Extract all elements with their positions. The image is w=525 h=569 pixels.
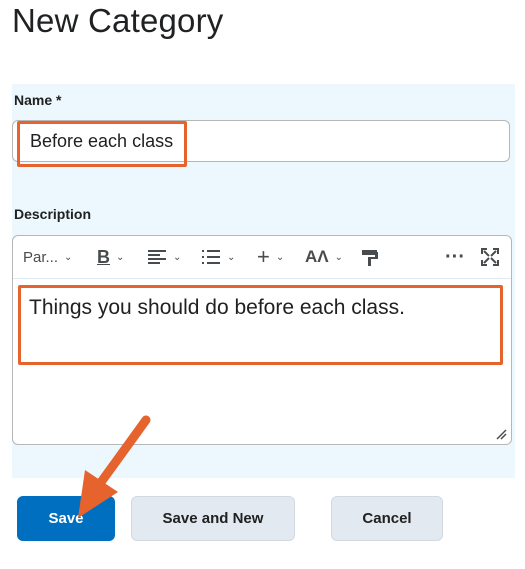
fullscreen-icon: [481, 248, 499, 266]
description-label: Description: [14, 206, 92, 222]
format-painter-button[interactable]: [361, 245, 379, 269]
more-icon: ···: [445, 245, 465, 268]
resize-handle-icon[interactable]: [495, 428, 507, 440]
chevron-down-icon: ⌄: [64, 251, 73, 263]
chevron-down-icon: ⌄: [334, 251, 344, 263]
insert-dropdown[interactable]: + ⌄: [257, 244, 285, 269]
name-highlight-box: [17, 121, 187, 167]
paragraph-format-label: Par...: [23, 248, 59, 266]
list-dropdown[interactable]: ⌄: [201, 245, 235, 269]
save-and-new-button[interactable]: Save and New: [131, 496, 295, 541]
paragraph-format-dropdown[interactable]: Par... ⌄: [23, 245, 72, 269]
chevron-down-icon: ⌄: [275, 251, 285, 263]
description-highlight-box: [18, 285, 503, 365]
chevron-down-icon: ⌄: [116, 251, 125, 263]
plus-icon: +: [257, 244, 270, 269]
fullscreen-button[interactable]: [481, 245, 499, 269]
more-button[interactable]: ···: [445, 245, 465, 269]
bold-icon: B: [97, 246, 110, 267]
editor-toolbar: Par... ⌄ B ⌄ ⌄ ⌄ + ⌄ AΛ ⌄ ···: [13, 236, 511, 279]
align-dropdown[interactable]: ⌄: [147, 245, 181, 269]
format-painter-icon: [362, 250, 378, 266]
save-button[interactable]: Save: [17, 496, 115, 541]
page-title: New Category: [12, 2, 224, 39]
font-size-icon: AΛ: [305, 247, 329, 266]
align-left-icon: [148, 250, 166, 264]
name-label: Name *: [14, 92, 62, 108]
bullet-list-icon: [202, 250, 220, 264]
chevron-down-icon: ⌄: [227, 251, 236, 263]
chevron-down-icon: ⌄: [173, 251, 182, 263]
cancel-button[interactable]: Cancel: [331, 496, 443, 541]
bold-button[interactable]: B ⌄: [97, 245, 124, 269]
font-style-dropdown[interactable]: AΛ ⌄: [305, 245, 343, 269]
